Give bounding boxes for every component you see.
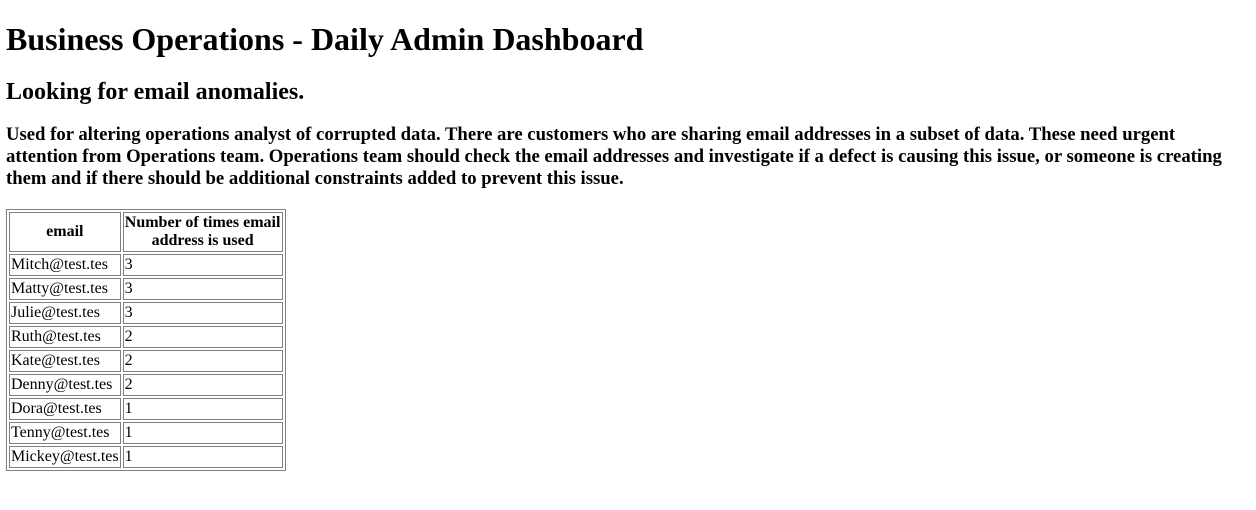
email-cell: Matty@test.tes bbox=[9, 278, 121, 300]
page-subtitle: Looking for email anomalies. bbox=[6, 79, 305, 105]
table-row: Ruth@test.tes 2 bbox=[9, 326, 283, 348]
table-header-row: email Number of times email address is u… bbox=[9, 212, 283, 252]
count-cell: 3 bbox=[122, 278, 283, 300]
table-row: Matty@test.tes 3 bbox=[9, 278, 283, 300]
email-cell: Ruth@test.tes bbox=[9, 326, 121, 348]
email-cell: Denny@test.tes bbox=[9, 374, 121, 396]
email-cell: Mickey@test.tes bbox=[9, 446, 121, 468]
table-row: Julie@test.tes 3 bbox=[9, 302, 283, 324]
email-cell: Tenny@test.tes bbox=[9, 422, 121, 444]
page-description: Used for altering operations analyst of … bbox=[6, 124, 1222, 189]
table-row: Tenny@test.tes 1 bbox=[9, 422, 283, 444]
table-row: Kate@test.tes 2 bbox=[9, 350, 283, 372]
dashboard-page: Business Operations - Daily Admin Dashbo… bbox=[0, 21, 1256, 471]
email-usage-table: email Number of times email address is u… bbox=[6, 209, 286, 471]
count-cell: 1 bbox=[122, 422, 283, 444]
email-cell: Julie@test.tes bbox=[9, 302, 121, 324]
count-cell: 3 bbox=[122, 254, 283, 276]
table-row: Denny@test.tes 2 bbox=[9, 374, 283, 396]
column-header-count: Number of times email address is used bbox=[122, 212, 283, 252]
email-cell: Kate@test.tes bbox=[9, 350, 121, 372]
count-cell: 1 bbox=[122, 446, 283, 468]
email-cell: Dora@test.tes bbox=[9, 398, 121, 420]
page-title: Business Operations - Daily Admin Dashbo… bbox=[6, 21, 644, 57]
count-cell: 3 bbox=[122, 302, 283, 324]
count-cell: 2 bbox=[122, 326, 283, 348]
email-cell: Mitch@test.tes bbox=[9, 254, 121, 276]
table-row: Mickey@test.tes 1 bbox=[9, 446, 283, 468]
count-cell: 2 bbox=[122, 350, 283, 372]
column-header-email: email bbox=[9, 212, 121, 252]
count-cell: 1 bbox=[122, 398, 283, 420]
count-cell: 2 bbox=[122, 374, 283, 396]
table-row: Mitch@test.tes 3 bbox=[9, 254, 283, 276]
table-row: Dora@test.tes 1 bbox=[9, 398, 283, 420]
